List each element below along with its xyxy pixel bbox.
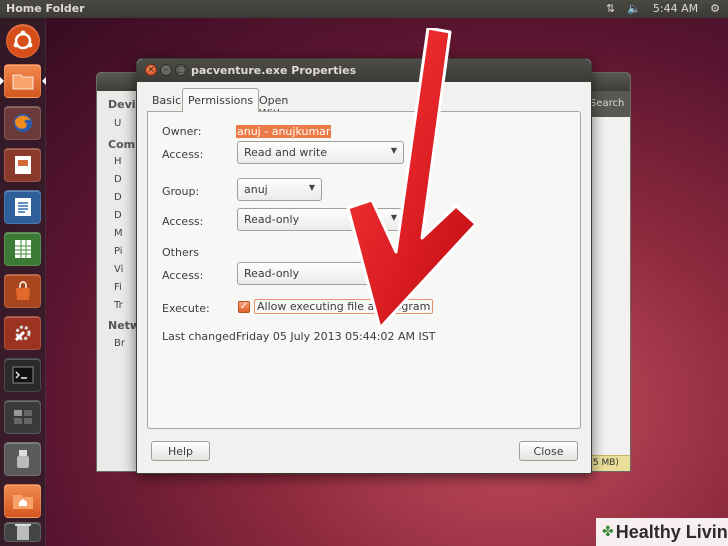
sidebar-item-browse-network[interactable]: Br: [114, 338, 125, 349]
group-value: anuj: [244, 183, 268, 196]
launcher-usb-drive[interactable]: [4, 442, 41, 476]
file-manager-sidebar: Devic U Comp H D D D M Pi Vi Fi Tr Netw …: [97, 91, 143, 471]
sidebar-item-home[interactable]: H: [114, 156, 122, 167]
leaf-icon: ✤: [602, 524, 614, 540]
tab-open-with[interactable]: Open With: [254, 91, 293, 120]
launcher-ubuntu-dash[interactable]: [6, 24, 40, 58]
launcher-impress[interactable]: [4, 148, 41, 182]
top-panel: Home Folder ⇅ 🔈 5:44 AM ⚙: [0, 0, 728, 18]
trash-icon: [14, 524, 31, 540]
execute-checkbox[interactable]: ✓: [238, 300, 250, 313]
others-label: Others: [162, 246, 199, 259]
sidebar-item-desktop[interactable]: D: [114, 174, 122, 185]
search-button[interactable]: Search: [588, 91, 630, 117]
minimize-window-icon[interactable]: –: [160, 64, 172, 76]
tab-basic[interactable]: Basic: [147, 91, 186, 111]
launcher-writer[interactable]: [4, 190, 41, 224]
volume-icon[interactable]: 🔈: [627, 2, 641, 15]
red-annotation-arrow: [346, 28, 478, 330]
usb-drive-icon: [16, 450, 29, 468]
clock[interactable]: 5:44 AM: [653, 2, 698, 15]
launcher-workspace-switcher[interactable]: [4, 400, 41, 434]
last-changed-label: Last changed:: [162, 330, 240, 343]
active-app-title: Home Folder: [6, 2, 85, 15]
launcher-software-center[interactable]: [4, 274, 41, 308]
wrench-gear-icon: [14, 325, 30, 342]
others-access-value: Read-only: [244, 267, 300, 280]
workspace-grid-icon: [13, 410, 32, 424]
search-label: Search: [590, 98, 625, 109]
sidebar-item-videos[interactable]: Vi: [114, 264, 123, 275]
launcher-trash[interactable]: [4, 522, 41, 542]
folder-home-icon: [12, 495, 33, 509]
ubuntu-logo-icon: [13, 30, 33, 50]
help-button[interactable]: Help: [151, 441, 210, 461]
owner-label: Owner:: [162, 125, 202, 138]
launcher-system-settings[interactable]: [4, 316, 41, 350]
others-access-label: Access:: [162, 269, 204, 282]
firefox-icon: [13, 114, 32, 132]
watermark-text: Healthy Living: [615, 521, 728, 542]
arrow-shape: [346, 28, 478, 330]
owner-access-label: Access:: [162, 148, 204, 161]
power-gear-icon[interactable]: ⚙: [710, 2, 720, 15]
sidebar-item-pictures[interactable]: Pi: [114, 246, 123, 257]
unity-launcher: [0, 18, 46, 546]
close-button[interactable]: Close: [519, 441, 578, 461]
launcher-calc[interactable]: [4, 232, 41, 266]
execute-label: Execute:: [162, 302, 210, 315]
tab-permissions[interactable]: Permissions: [182, 88, 260, 112]
terminal-icon: [12, 366, 33, 384]
close-window-icon[interactable]: ×: [145, 64, 157, 76]
launcher-files[interactable]: [4, 484, 41, 518]
launcher-terminal[interactable]: [4, 358, 41, 392]
presentation-icon: [14, 156, 31, 174]
status-bar: .5 MB): [588, 455, 630, 471]
watermark: ✤ Healthy Living: [596, 518, 728, 546]
group-label: Group:: [162, 185, 200, 198]
sidebar-item-filesystem[interactable]: Fi: [114, 282, 122, 293]
sidebar-item-music[interactable]: M: [114, 228, 123, 239]
indicator-area: ⇅ 🔈 5:44 AM ⚙: [606, 2, 720, 15]
document-icon: [14, 198, 31, 216]
maximize-window-icon[interactable]: □: [175, 64, 187, 76]
launcher-home-folder[interactable]: [4, 64, 41, 98]
sidebar-item-downloads[interactable]: D: [114, 210, 122, 221]
group-access-value: Read-only: [244, 213, 300, 226]
network-icon[interactable]: ⇅: [606, 2, 615, 15]
spreadsheet-icon: [14, 240, 31, 258]
sidebar-item-documents[interactable]: D: [114, 192, 122, 203]
group-access-label: Access:: [162, 215, 204, 228]
folder-icon: [12, 74, 33, 90]
launcher-firefox[interactable]: [4, 106, 41, 140]
sidebar-item-trash[interactable]: Tr: [114, 300, 123, 311]
sidebar-item[interactable]: U: [114, 118, 121, 129]
shopping-bag-icon: [15, 281, 30, 300]
